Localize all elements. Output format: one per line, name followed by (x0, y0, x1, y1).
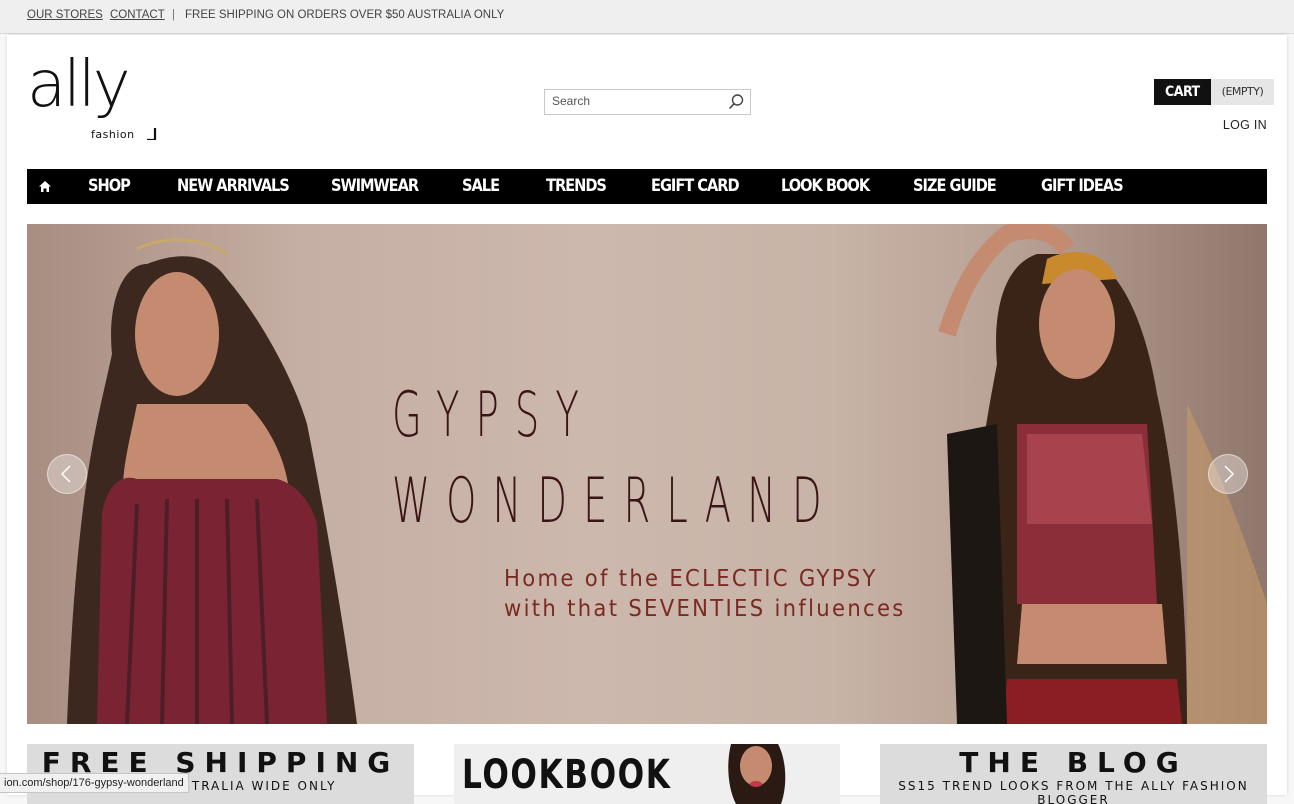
shipping-notice: FREE SHIPPING ON ORDERS OVER $50 AUSTRAL… (185, 9, 505, 21)
hero-banner[interactable]: GYPSY WONDERLAND Home of the ECLECTIC GY… (27, 224, 1267, 724)
login-link[interactable]: LOG IN (1223, 118, 1267, 132)
chevron-right-icon (1224, 465, 1235, 483)
contact-link[interactable]: CONTACT (110, 9, 165, 21)
hero-subtitle-line2: with that SEVENTIES influences (504, 596, 906, 622)
main-nav: SHOP NEW ARRIVALS SWIMWEAR SALE TRENDS E… (27, 169, 1267, 204)
nav-item-swimwear[interactable]: SWIMWEAR (331, 169, 419, 204)
status-url: ion.com/shop/176-gypsy-wonderland (0, 773, 189, 793)
slider-next-button[interactable] (1208, 454, 1248, 494)
lookbook-tile[interactable]: LOOKBOOK (454, 744, 840, 804)
home-icon[interactable] (38, 180, 52, 193)
separator: | (172, 9, 175, 21)
nav-item-gift-ideas[interactable]: GIFT IDEAS (1041, 169, 1124, 204)
logo-bracket (147, 128, 157, 140)
cart-widget[interactable]: CART (EMPTY) (1154, 79, 1275, 105)
nav-item-egift-card[interactable]: EGIFT CARD (651, 169, 740, 204)
logo-sub: fashion (91, 128, 135, 141)
page-container: ally fashion CART (EMPTY) LOG IN SHOP NE… (7, 35, 1287, 804)
nav-item-size-guide[interactable]: SIZE GUIDE (913, 169, 997, 204)
nav-item-new-arrivals[interactable]: NEW ARRIVALS (177, 169, 290, 204)
nav-item-trends[interactable]: TRENDS (546, 169, 607, 204)
search-input[interactable] (545, 90, 722, 112)
cart-button[interactable]: CART (1154, 79, 1211, 105)
ally-fashion-logo[interactable]: ally fashion (27, 53, 167, 145)
blog-tile[interactable]: THE BLOG SS15 TREND LOOKS FROM THE ALLY … (880, 744, 1267, 804)
slider-prev-button[interactable] (47, 454, 87, 494)
tile-title: THE BLOG (959, 746, 1188, 779)
hero-title-line1: GYPSY (392, 378, 596, 451)
our-stores-link[interactable]: OUR STORES (27, 9, 103, 21)
cart-status: (EMPTY) (1210, 79, 1275, 105)
chevron-left-icon (60, 465, 71, 483)
logo-word: ally (27, 48, 131, 122)
nav-item-shop[interactable]: SHOP (88, 169, 131, 204)
utility-bar: OUR STORES CONTACT | FREE SHIPPING ON OR… (0, 0, 1294, 34)
tile-subtitle: SS15 TREND LOOKS FROM THE ALLY FASHION B… (898, 779, 1249, 804)
nav-item-look-book[interactable]: LOOK BOOK (781, 169, 870, 204)
search-box[interactable] (544, 89, 751, 115)
hero-title-line2: WONDERLAND (392, 464, 838, 537)
hero-subtitle-line1: Home of the ECLECTIC GYPSY (504, 566, 878, 592)
lookbook-model-image (728, 744, 786, 804)
nav-item-sale[interactable]: SALE (462, 169, 500, 204)
search-icon[interactable] (727, 93, 745, 111)
